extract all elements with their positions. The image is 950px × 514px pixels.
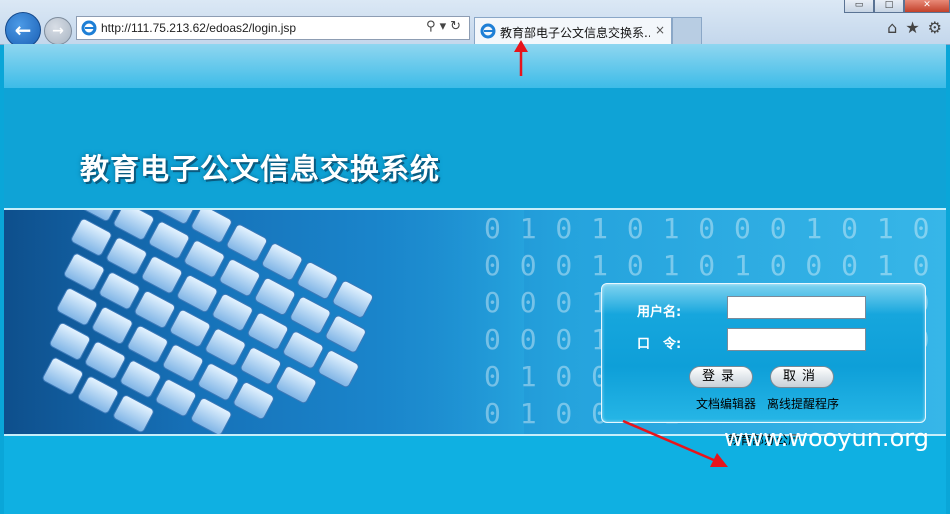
doc-editor-link[interactable]: 文档编辑器 [696,395,756,412]
password-input[interactable] [727,328,866,351]
login-panel: 用户名: 口 令: 登录 取消 文档编辑器 离线提醒程序 [601,283,926,423]
window-controls: ▭ □ ✕ [844,0,950,13]
back-arrow-icon[interactable]: ← [5,12,41,48]
browser-toolbar: ← → http://111.75.213.62/edoas2/login.js… [0,0,950,48]
ie-logo-icon [81,20,97,36]
username-label: 用户名: [637,305,682,320]
tab-close-icon[interactable]: × [655,23,665,37]
home-icon[interactable]: ⌂ [887,18,897,37]
password-label: 口 令: [637,337,682,352]
minimize-button[interactable]: ▭ [844,0,874,13]
address-bar[interactable]: http://111.75.213.62/edoas2/login.jsp ⚲▾… [76,16,470,40]
offline-reminder-link[interactable]: 离线提醒程序 [767,395,839,412]
login-button[interactable]: 登录 [689,366,753,388]
username-input[interactable] [727,296,866,319]
system-title: 教育电子公文信息交换系统 [80,152,441,186]
new-tab-button[interactable] [672,17,702,44]
keyboard-image [4,210,524,434]
cancel-button[interactable]: 取消 [770,366,834,388]
url-text[interactable]: http://111.75.213.62/edoas2/login.jsp [101,21,296,35]
annotation-arrow-icon [514,40,528,76]
refresh-icon[interactable]: ↻ [450,19,465,34]
search-icon[interactable]: ⚲ [426,19,440,34]
top-band [4,44,946,88]
settings-gear-icon[interactable]: ⚙ [928,18,942,37]
tab-title: 教育部电子公文信息交换系... [500,26,650,40]
close-window-button[interactable]: ✕ [904,0,950,13]
annotation-arrow-icon [622,419,728,467]
forward-arrow-icon[interactable]: → [44,17,72,45]
watermark: www.wooyun.org [724,424,929,452]
favorites-star-icon[interactable]: ★ [905,18,919,37]
maximize-button[interactable]: □ [874,0,904,13]
browser-tab[interactable]: 教育部电子公文信息交换系... × [474,17,672,44]
ie-logo-icon [480,23,496,39]
dropdown-icon[interactable]: ▾ [440,19,451,34]
